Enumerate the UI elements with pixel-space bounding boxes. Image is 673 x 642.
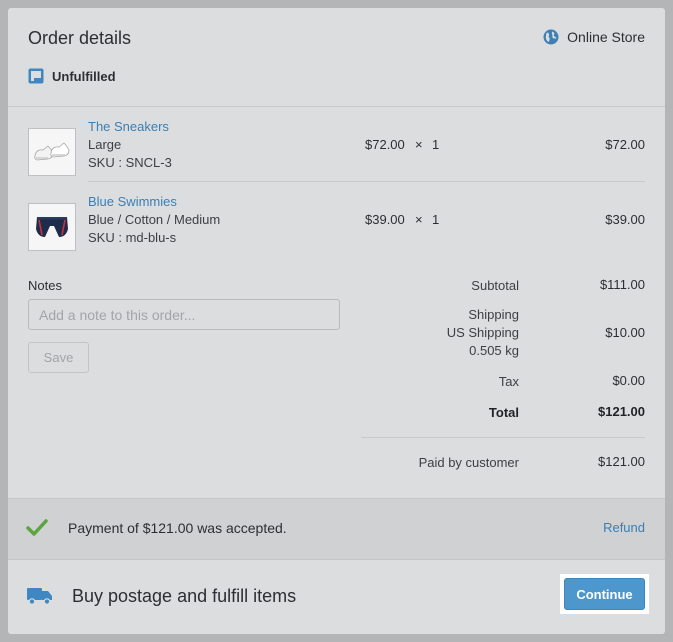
shipping-label: Shipping US Shipping 0.505 kg [447, 306, 519, 360]
shipping-value: $10.00 [605, 325, 645, 340]
times-sign: × [415, 212, 423, 227]
payment-message: Payment of $121.00 was accepted. [68, 520, 287, 536]
shipping-title: Shipping [468, 307, 519, 322]
quantity: 1 [432, 137, 440, 152]
subtotal-label: Subtotal [471, 278, 519, 293]
paid-label: Paid by customer [418, 455, 519, 470]
line-total: $72.00 [605, 137, 645, 152]
save-note-button[interactable]: Save [28, 342, 89, 373]
payment-section: Payment of $121.00 was accepted. Refund [8, 498, 665, 560]
page-title: Order details [28, 28, 132, 48]
sneakers-image [34, 142, 70, 161]
product-variant: Blue / Cotton / Medium [88, 212, 221, 227]
truck-icon [27, 588, 52, 605]
refund-link[interactable]: Refund [603, 520, 645, 535]
shipping-method: US Shipping [446, 325, 519, 340]
divider [8, 106, 665, 107]
item-meta: The Sneakers Large SKU : SNCL-3 [88, 118, 172, 172]
times-sign: × [415, 137, 423, 152]
sales-channel: Online Store [543, 29, 645, 45]
line-total: $39.00 [605, 212, 645, 227]
continue-button[interactable]: Continue [564, 578, 645, 610]
unfulfilled-box-icon [28, 68, 44, 84]
order-note-input[interactable] [28, 299, 340, 330]
checkmark-icon [26, 519, 48, 536]
tax-value: $0.00 [612, 373, 645, 388]
total-value: $121.00 [598, 404, 645, 419]
paid-value: $121.00 [598, 454, 645, 469]
shipping-weight: 0.505 kg [469, 343, 519, 358]
globe-icon [543, 29, 559, 45]
line-item: Blue Swimmies Blue / Cotton / Medium SKU… [28, 193, 645, 267]
notes-label: Notes [28, 278, 62, 293]
product-thumbnail[interactable] [28, 203, 76, 251]
item-meta: Blue Swimmies Blue / Cotton / Medium SKU… [88, 193, 220, 247]
product-thumbnail[interactable] [28, 128, 76, 176]
product-link[interactable]: The Sneakers [88, 118, 172, 136]
order-details-card: Order details Online Store Unfulfilled T… [8, 8, 665, 634]
quantity: 1 [432, 212, 440, 227]
fulfillment-status-label: Unfulfilled [52, 68, 116, 84]
product-sku: SKU : md-blu-s [88, 230, 177, 245]
divider [361, 437, 645, 438]
fulfillment-status: Unfulfilled [28, 68, 116, 84]
product-link[interactable]: Blue Swimmies [88, 193, 220, 211]
subtotal-value: $111.00 [599, 277, 645, 292]
tax-label: Tax [498, 374, 519, 389]
fulfill-section: Buy postage and fulfill items Continue [8, 560, 665, 634]
fulfill-label: Buy postage and fulfill items [72, 586, 297, 606]
total-label: Total [488, 405, 519, 420]
product-variant: Large [88, 137, 122, 152]
unit-price: $72.00 [365, 137, 405, 152]
divider [88, 181, 645, 182]
swim-shorts-image [36, 217, 68, 237]
continue-button-highlight: Continue [560, 574, 649, 614]
unit-price: $39.00 [365, 212, 405, 227]
sales-channel-label: Online Store [567, 29, 645, 45]
product-sku: SKU : SNCL-3 [88, 155, 172, 170]
